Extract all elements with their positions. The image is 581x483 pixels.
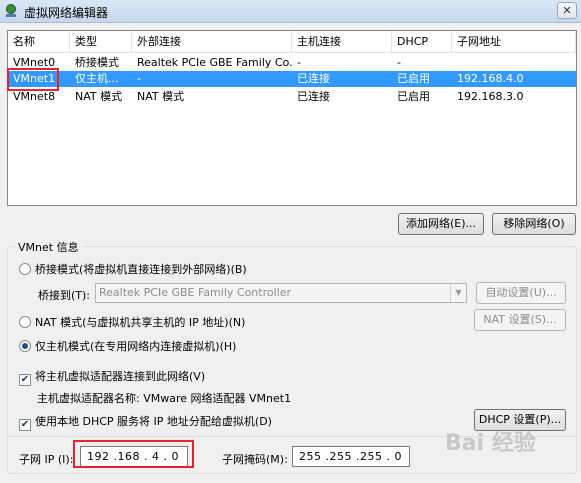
radio-selected-icon	[19, 340, 31, 352]
list-header: 名称 类型 外部连接 主机连接 DHCP 子网地址	[8, 31, 576, 53]
bridge-mode-label: 桥接模式(将虚拟机直接连接到外部网络)(B)	[35, 263, 247, 276]
remove-network-button[interactable]: 移除网络(O)	[492, 213, 576, 235]
checkmark-icon: ✔	[19, 374, 31, 386]
add-network-button[interactable]: 添加网络(E)...	[398, 213, 484, 235]
cell-type: 桥接模式	[75, 56, 119, 69]
use-dhcp-checkbox[interactable]: ✔ 使用本地 DHCP 服务将 IP 地址分配给虚拟机(D)	[19, 413, 272, 431]
connect-adapter-checkbox[interactable]: ✔ 将主机虚拟适配器连接到此网络(V)	[19, 368, 205, 386]
table-row-selected[interactable]: VMnet1 仅主机... - 已连接 已启用 192.168.4.0	[8, 71, 576, 87]
group-legend: VMnet 信息	[15, 239, 82, 255]
cell-host: -	[297, 56, 301, 69]
subnet-ip-label: 子网 IP (I):	[19, 453, 74, 466]
cell-external: NAT 模式	[137, 90, 185, 103]
network-editor-icon	[6, 4, 16, 17]
nat-mode-label: NAT 模式(与虚拟机共享主机的 IP 地址)(N)	[35, 316, 246, 329]
cell-external: -	[137, 72, 141, 85]
auto-settings-button[interactable]: 自动设置(U)...	[476, 282, 566, 304]
cell-external: Realtek PCIe GBE Family Co...	[137, 56, 292, 69]
cell-subnet	[452, 55, 576, 71]
column-header-name[interactable]: 名称	[8, 31, 70, 53]
close-icon: ✕	[562, 4, 572, 17]
cell-subnet: 192.168.4.0	[457, 72, 524, 85]
bridge-to-label: 桥接到(T):	[38, 289, 91, 302]
close-button[interactable]: ✕	[557, 2, 577, 19]
adapter-name-text: 主机虚拟适配器名称: VMware 网络适配器 VMnet1	[37, 392, 292, 405]
network-list[interactable]: 名称 类型 外部连接 主机连接 DHCP 子网地址 VMnet0 桥接模式 Re…	[7, 30, 577, 206]
cell-type: 仅主机...	[75, 72, 119, 85]
radio-icon	[19, 316, 31, 328]
subnet-mask-input[interactable]: 255 .255 .255 . 0	[292, 446, 410, 467]
checkmark-icon: ✔	[19, 419, 31, 431]
cell-host: 已连接	[297, 90, 330, 103]
cell-dhcp: 已启用	[397, 90, 430, 103]
table-row[interactable]: VMnet0 桥接模式 Realtek PCIe GBE Family Co..…	[8, 55, 576, 71]
host-only-mode-label: 仅主机模式(在专用网络内连接虚拟机)(H)	[35, 340, 237, 353]
radio-icon	[19, 263, 31, 275]
column-header-external[interactable]: 外部连接	[132, 31, 292, 53]
cell-dhcp: 已启用	[397, 72, 430, 85]
nat-mode-radio[interactable]: NAT 模式(与虚拟机共享主机的 IP 地址)(N)	[19, 314, 245, 330]
window-title: 虚拟网络编辑器	[24, 6, 109, 20]
nat-settings-button[interactable]: NAT 设置(S)...	[474, 309, 566, 331]
annotation-highlight-subnet-ip	[73, 440, 194, 468]
column-header-dhcp[interactable]: DHCP	[392, 31, 452, 53]
column-header-host[interactable]: 主机连接	[292, 31, 392, 53]
column-header-type[interactable]: 类型	[70, 31, 132, 53]
cell-type: NAT 模式	[75, 90, 123, 103]
cell-dhcp: -	[397, 56, 401, 69]
chevron-down-icon: ▼	[450, 284, 466, 302]
use-dhcp-label: 使用本地 DHCP 服务将 IP 地址分配给虚拟机(D)	[35, 415, 272, 428]
watermark: Bai 经验	[445, 431, 536, 456]
bridge-to-value: Realtek PCIe GBE Family Controller	[99, 286, 292, 299]
table-row[interactable]: VMnet8 NAT 模式 NAT 模式 已连接 已启用 192.168.3.0	[8, 89, 576, 105]
bridge-mode-radio[interactable]: 桥接模式(将虚拟机直接连接到外部网络)(B)	[19, 261, 247, 277]
title-bar: 虚拟网络编辑器 ✕	[0, 0, 581, 23]
connect-adapter-label: 将主机虚拟适配器连接到此网络(V)	[35, 370, 206, 383]
column-header-subnet[interactable]: 子网地址	[452, 31, 576, 53]
bridge-to-select[interactable]: Realtek PCIe GBE Family Controller ▼	[95, 283, 467, 303]
subnet-mask-label: 子网掩码(M):	[222, 453, 288, 466]
host-only-mode-radio[interactable]: 仅主机模式(在专用网络内连接虚拟机)(H)	[19, 338, 236, 354]
annotation-highlight-vmnet1	[7, 68, 59, 91]
cell-subnet: 192.168.3.0	[457, 90, 524, 103]
cell-host: 已连接	[297, 72, 330, 85]
cell-name: VMnet8	[13, 90, 56, 103]
